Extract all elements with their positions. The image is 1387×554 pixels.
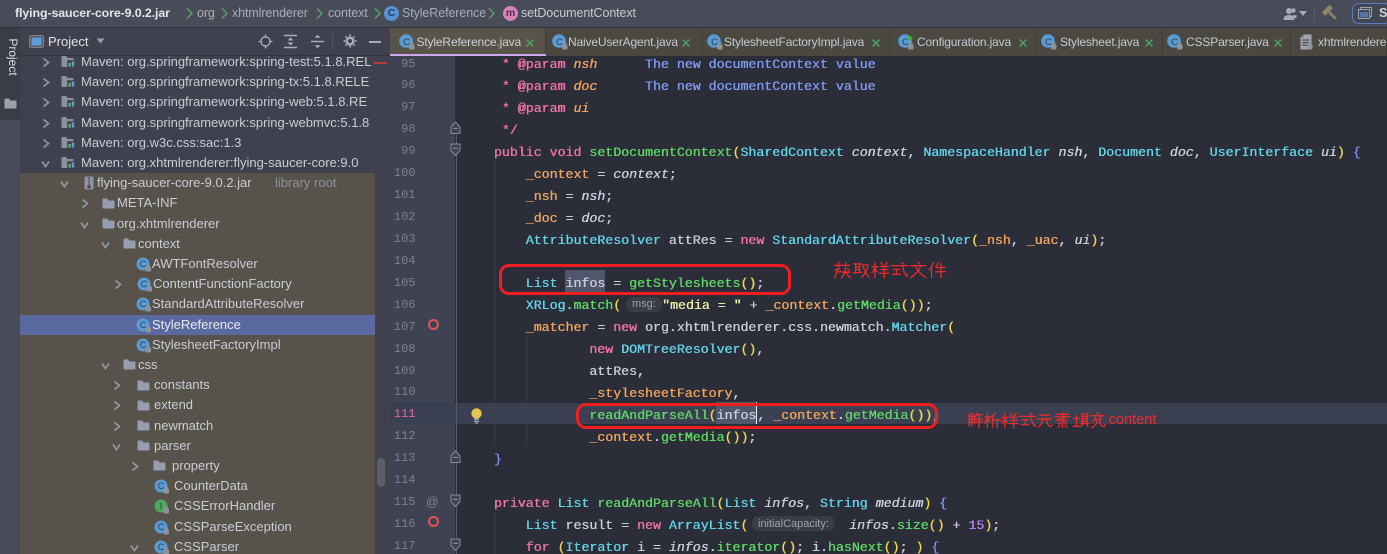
svg-text:I: I <box>160 501 163 511</box>
